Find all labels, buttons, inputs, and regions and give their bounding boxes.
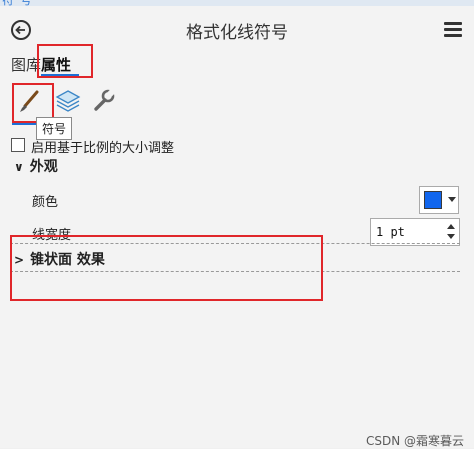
appearance-section-header[interactable]: ∨ 外观 [14,156,58,176]
line-width-stepper[interactable]: 1 pt [370,218,460,246]
scale-checkbox[interactable] [11,138,25,152]
highlight-box-effects [10,235,323,301]
color-swatch [424,191,442,209]
selected-tool-indicator [12,123,36,125]
format-symbol-pane: 格式化线符号 图库 属性 符号 启用基于比例的大小调整 ∨ 外观 颜色 线宽度 … [0,6,474,448]
color-picker-button[interactable] [419,186,459,214]
wrench-icon [94,88,116,111]
watermark: CSDN @霜寒暮云 [365,434,464,448]
decrement-arrow-icon[interactable] [447,234,455,239]
highlight-box-tab [37,44,93,78]
dropdown-caret-icon [448,197,456,202]
increment-arrow-icon[interactable] [447,224,455,229]
layers-tool-button[interactable] [53,86,83,116]
chevron-down-icon: ∨ [14,160,24,174]
layers-icon [55,90,81,112]
pane-title: 格式化线符号 [186,23,288,43]
line-width-value[interactable]: 1 pt [376,225,405,239]
appearance-header-text: 外观 [29,159,58,175]
wrench-tool-button[interactable] [88,86,118,116]
scale-checkbox-label: 启用基于比例的大小调整 [31,141,175,156]
menu-icon[interactable] [444,22,462,38]
color-label: 颜色 [32,195,59,210]
